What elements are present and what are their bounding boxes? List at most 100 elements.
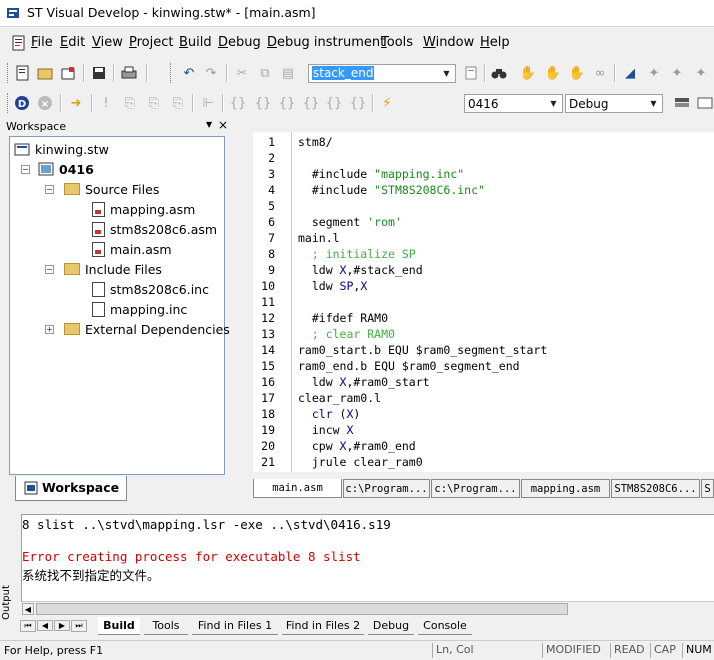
- copy-icon[interactable]: ⧉: [256, 64, 274, 82]
- run-arrow-icon[interactable]: ➜: [67, 94, 85, 112]
- step-instr-icon[interactable]: {}: [302, 94, 320, 112]
- wand-prev-icon[interactable]: ✦: [668, 64, 686, 82]
- code-line[interactable]: #ifdef RAM0: [298, 311, 388, 325]
- build-icon[interactable]: [673, 94, 691, 112]
- editor-tab[interactable]: c:\Program...: [431, 479, 520, 498]
- code-line[interactable]: ram0_end.b EQU $ram0_segment_end: [298, 359, 520, 373]
- code-line[interactable]: ldw SP,X: [298, 279, 367, 293]
- code-line[interactable]: segment 'rom': [298, 215, 402, 229]
- output-tab[interactable]: Tools: [144, 617, 188, 635]
- code-line[interactable]: ldw X,#stack_end: [298, 263, 423, 277]
- menu-view[interactable]: View: [92, 35, 123, 50]
- chevron-down-icon[interactable]: ▼: [646, 96, 661, 111]
- wand-next-icon[interactable]: ✦: [645, 64, 663, 82]
- exclamation-icon[interactable]: !: [97, 94, 115, 112]
- glasses-icon[interactable]: ∞: [591, 64, 609, 82]
- tree-file[interactable]: mapping.inc: [92, 300, 187, 318]
- next-tab-icon[interactable]: ▶: [54, 620, 70, 631]
- find-in-files-icon[interactable]: [462, 64, 480, 82]
- redo-icon[interactable]: ↷: [202, 64, 220, 82]
- config-combo[interactable]: Debug ▼: [565, 94, 663, 113]
- tree-root[interactable]: kinwing.stw: [14, 140, 109, 158]
- document-icon[interactable]: [11, 35, 27, 51]
- save-icon[interactable]: [90, 64, 108, 82]
- tree-file[interactable]: stm8s208c6.inc: [92, 280, 209, 298]
- code-line[interactable]: jrule clear_ram0: [298, 455, 423, 469]
- new-file-icon[interactable]: [14, 64, 32, 82]
- tree-folder-include[interactable]: Include Files: [64, 260, 162, 278]
- undo-icon[interactable]: ↶: [180, 64, 198, 82]
- chevron-down-icon[interactable]: ▼: [546, 96, 561, 111]
- code-line[interactable]: cpw X,#ram0_end: [298, 439, 416, 453]
- code-line[interactable]: main.l: [298, 231, 340, 245]
- wand-icon[interactable]: ◢: [621, 64, 639, 82]
- print-icon[interactable]: [120, 64, 138, 82]
- step-out-icon[interactable]: ⎘: [169, 94, 187, 112]
- reset-icon[interactable]: ⚡: [378, 94, 396, 112]
- code-line[interactable]: incw X: [298, 423, 354, 437]
- output-tab[interactable]: Build: [98, 617, 140, 635]
- code-line[interactable]: ; clear RAM0: [298, 327, 395, 341]
- menu-help[interactable]: Help: [480, 35, 510, 50]
- prev-tab-icon[interactable]: ◀: [37, 620, 53, 631]
- first-tab-icon[interactable]: ⏮: [20, 619, 36, 632]
- open-folder-icon[interactable]: [36, 64, 54, 82]
- output-tab[interactable]: Debug: [368, 617, 414, 635]
- step-out-brace-icon[interactable]: {}: [278, 94, 296, 112]
- scroll-thumb[interactable]: [36, 603, 568, 615]
- binoculars-icon[interactable]: [490, 64, 508, 82]
- step-over-brace-icon[interactable]: {}: [254, 94, 272, 112]
- menu-debug-instrument[interactable]: Debug instrument: [267, 35, 385, 50]
- output-tab[interactable]: Find in Files 1: [192, 617, 278, 635]
- debug-start-icon[interactable]: D: [13, 94, 31, 112]
- editor-tab[interactable]: c:\Program...: [343, 479, 430, 498]
- menu-edit[interactable]: Edit: [60, 35, 85, 50]
- tree-file[interactable]: stm8s208c6.asm: [92, 220, 217, 238]
- code-line[interactable]: stm8/: [298, 135, 333, 149]
- step-into-icon[interactable]: {}: [229, 94, 247, 112]
- code-line[interactable]: ldw X,#ram0_start: [298, 375, 430, 389]
- code-line[interactable]: clear_ram0.l: [298, 391, 381, 405]
- code-line[interactable]: ram0_start.b EQU $ram0_segment_start: [298, 343, 547, 357]
- project-combo[interactable]: 0416 ▼: [464, 94, 563, 113]
- code-line[interactable]: clr (X): [298, 407, 361, 421]
- hand-red-icon[interactable]: ✋: [568, 64, 586, 82]
- close-icon[interactable]: ×: [218, 118, 228, 132]
- last-tab-icon[interactable]: ⏭: [71, 619, 87, 632]
- editor-tab[interactable]: mapping.asm: [521, 479, 610, 498]
- step-instr-out-icon[interactable]: {}: [349, 94, 367, 112]
- pane-menu-icon[interactable]: ▼: [206, 120, 212, 129]
- close-file-icon[interactable]: [59, 64, 77, 82]
- code-line[interactable]: #include "mapping.inc": [298, 167, 464, 181]
- tree-folder-external[interactable]: External Dependencies: [64, 320, 230, 338]
- output-tab[interactable]: Find in Files 2: [282, 617, 364, 635]
- toolbar-grip[interactable]: [7, 63, 11, 83]
- editor-tab[interactable]: STM8S208C6...: [611, 479, 700, 498]
- toolbar-grip[interactable]: [170, 63, 174, 83]
- menu-file[interactable]: File: [31, 35, 53, 50]
- tree-folder-source[interactable]: Source Files: [64, 180, 159, 198]
- stop-debug-icon[interactable]: ×: [36, 94, 54, 112]
- collapse-icon[interactable]: −: [45, 265, 54, 274]
- chevron-down-icon[interactable]: ▼: [439, 66, 454, 81]
- expand-icon[interactable]: +: [45, 325, 54, 334]
- cut-icon[interactable]: ✂: [233, 64, 251, 82]
- menu-debug[interactable]: Debug: [218, 35, 261, 50]
- step-instr-over-icon[interactable]: {}: [325, 94, 343, 112]
- collapse-icon[interactable]: −: [21, 165, 30, 174]
- tree-file[interactable]: mapping.asm: [92, 200, 195, 218]
- horizontal-scrollbar[interactable]: ◀: [22, 601, 714, 616]
- menu-tools[interactable]: Tools: [381, 35, 413, 50]
- paste-icon[interactable]: ▤: [279, 64, 297, 82]
- menu-build[interactable]: Build: [179, 35, 212, 50]
- run-to-cursor-icon[interactable]: ⊩: [199, 94, 217, 112]
- tree-project[interactable]: 0416: [38, 160, 94, 178]
- editor-tab[interactable]: S: [701, 479, 714, 498]
- rebuild-icon[interactable]: [696, 94, 714, 112]
- collapse-icon[interactable]: −: [45, 185, 54, 194]
- menu-project[interactable]: Project: [129, 35, 174, 50]
- workspace-tab[interactable]: Workspace: [15, 476, 127, 501]
- code-line[interactable]: ; initialize SP: [298, 247, 416, 261]
- wand-clear-icon[interactable]: ✦: [692, 64, 710, 82]
- hand-icon[interactable]: ✋: [519, 64, 537, 82]
